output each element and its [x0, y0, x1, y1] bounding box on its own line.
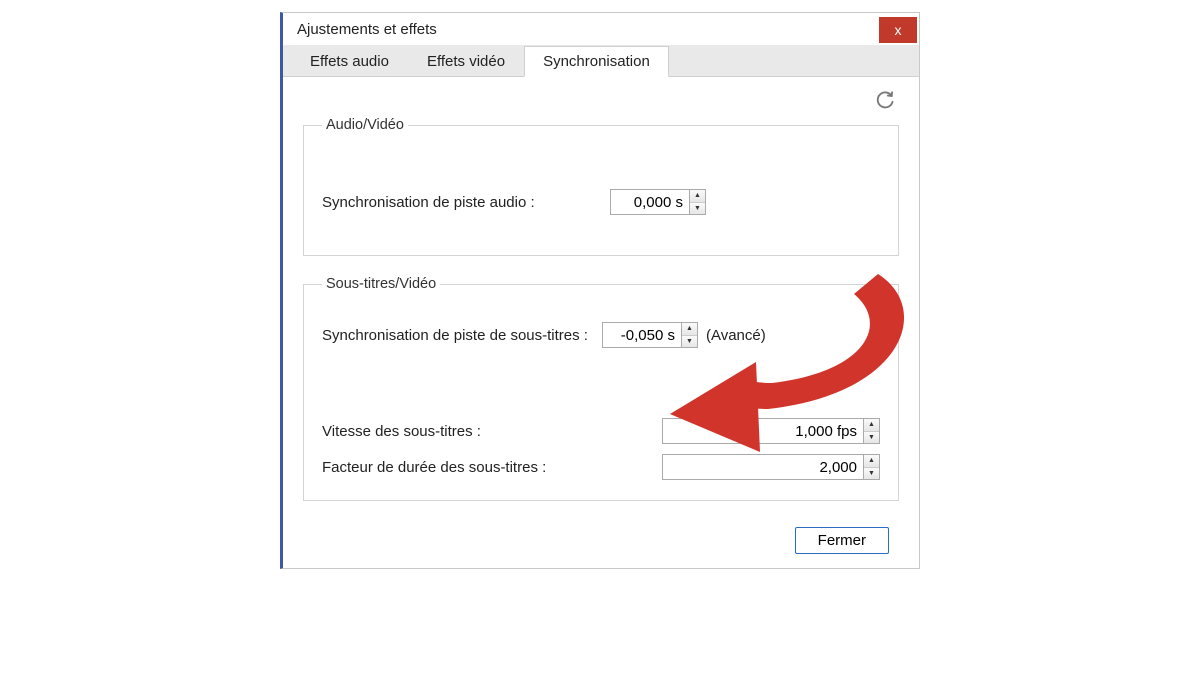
subtitle-speed-label: Vitesse des sous-titres :: [322, 423, 481, 440]
subtitle-speed-spin-buttons: ▲ ▼: [863, 419, 879, 443]
subtitle-sync-label: Synchronisation de piste de sous-titres …: [322, 327, 588, 344]
subtitle-duration-spin-buttons: ▲ ▼: [863, 455, 879, 479]
group-subtitles-video-legend: Sous-titres/Vidéo: [322, 276, 440, 292]
refresh-icon[interactable]: [875, 91, 895, 111]
subtitle-sync-spin-buttons: ▲ ▼: [681, 323, 697, 347]
tab-bar: Effets audio Effets vidéo Synchronisatio…: [283, 45, 919, 77]
group-subtitles-video: Sous-titres/Vidéo Synchronisation de pis…: [303, 276, 899, 501]
tab-content: Audio/Vidéo Synchronisation de piste aud…: [283, 77, 919, 568]
subtitle-sync-spinbox[interactable]: ▲ ▼: [602, 322, 698, 348]
audio-sync-label: Synchronisation de piste audio :: [322, 194, 602, 211]
tab-synchronisation[interactable]: Synchronisation: [524, 46, 669, 77]
tab-effets-audio[interactable]: Effets audio: [291, 46, 408, 77]
tab-effets-video[interactable]: Effets vidéo: [408, 46, 524, 77]
dialog-footer: Fermer: [303, 521, 899, 558]
audio-sync-down[interactable]: ▼: [690, 203, 705, 215]
audio-sync-spin-buttons: ▲ ▼: [689, 190, 705, 214]
subtitle-sync-down[interactable]: ▼: [682, 336, 697, 348]
subtitle-sync-advanced-hint: (Avancé): [706, 327, 766, 344]
subtitle-duration-label: Facteur de durée des sous-titres :: [322, 459, 546, 476]
subtitle-sync-input[interactable]: [603, 323, 681, 347]
audio-sync-input[interactable]: [611, 190, 689, 214]
subtitle-speed-spinbox[interactable]: ▲ ▼: [662, 418, 880, 444]
adjustments-effects-window: Ajustements et effets x Effets audio Eff…: [280, 12, 920, 569]
window-title: Ajustements et effets: [297, 21, 437, 38]
close-button[interactable]: Fermer: [795, 527, 889, 554]
subtitle-duration-spinbox[interactable]: ▲ ▼: [662, 454, 880, 480]
group-audio-video: Audio/Vidéo Synchronisation de piste aud…: [303, 117, 899, 256]
audio-sync-up[interactable]: ▲: [690, 190, 705, 203]
titlebar: Ajustements et effets x: [283, 13, 919, 45]
subtitle-duration-down[interactable]: ▼: [864, 468, 879, 480]
group-audio-video-legend: Audio/Vidéo: [322, 117, 408, 133]
audio-sync-spinbox[interactable]: ▲ ▼: [610, 189, 706, 215]
close-icon: x: [895, 22, 902, 38]
subtitle-speed-down[interactable]: ▼: [864, 432, 879, 444]
subtitle-speed-up[interactable]: ▲: [864, 419, 879, 432]
window-close-button[interactable]: x: [879, 17, 917, 43]
subtitle-duration-up[interactable]: ▲: [864, 455, 879, 468]
subtitle-duration-input[interactable]: [663, 455, 863, 479]
toolbar-row: [303, 91, 899, 117]
subtitle-speed-input[interactable]: [663, 419, 863, 443]
subtitle-sync-up[interactable]: ▲: [682, 323, 697, 336]
